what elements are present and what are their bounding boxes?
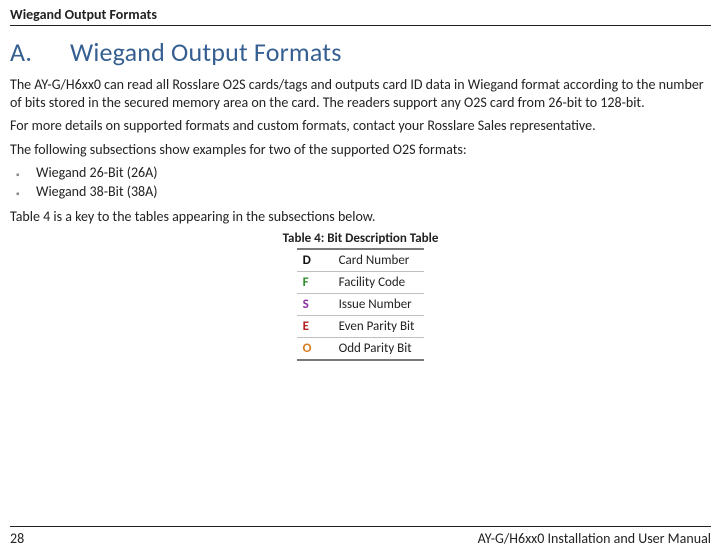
bit-key: O bbox=[297, 338, 333, 361]
bit-key: F bbox=[297, 272, 333, 294]
bit-key: S bbox=[297, 294, 333, 316]
list-item: Wiegand 38-Bit (38A) bbox=[10, 183, 711, 202]
manual-title: AY-G/H6xx0 Installation and User Manual bbox=[478, 530, 711, 547]
bit-desc: Card Number bbox=[333, 249, 425, 272]
format-list: Wiegand 26-Bit (26A) Wiegand 38-Bit (38A… bbox=[10, 164, 711, 202]
table-row: S Issue Number bbox=[297, 294, 425, 316]
table-row: F Facility Code bbox=[297, 272, 425, 294]
page-footer: 28 AY-G/H6xx0 Installation and User Manu… bbox=[10, 526, 711, 547]
page-number: 28 bbox=[10, 530, 24, 547]
paragraph-table-lead: Table 4 is a key to the tables appearing… bbox=[10, 208, 711, 226]
bit-desc: Odd Parity Bit bbox=[333, 338, 425, 361]
running-header-text: Wiegand Output Formats bbox=[10, 6, 157, 23]
section-heading: A.Wiegand Output Formats bbox=[10, 36, 711, 68]
bit-description-table: D Card Number F Facility Code S Issue Nu… bbox=[297, 248, 425, 361]
section-title-text: Wiegand Output Formats bbox=[70, 36, 342, 68]
table-row: D Card Number bbox=[297, 249, 425, 272]
list-item: Wiegand 26-Bit (26A) bbox=[10, 164, 711, 183]
bit-key: D bbox=[297, 249, 333, 272]
table-row: O Odd Parity Bit bbox=[297, 338, 425, 361]
bit-key: E bbox=[297, 316, 333, 338]
bit-desc: Even Parity Bit bbox=[333, 316, 425, 338]
bit-desc: Facility Code bbox=[333, 272, 425, 294]
table-caption: Table 4: Bit Description Table bbox=[10, 231, 711, 246]
running-header: Wiegand Output Formats bbox=[10, 6, 711, 26]
list-item-label: Wiegand 26-Bit (26A) bbox=[36, 164, 158, 181]
list-item-label: Wiegand 38-Bit (38A) bbox=[36, 183, 158, 200]
paragraph-contact: For more details on supported formats an… bbox=[10, 117, 711, 135]
paragraph-intro: The AY-G/H6xx0 can read all Rosslare O2S… bbox=[10, 76, 711, 111]
section-number: A. bbox=[10, 36, 70, 68]
bit-desc: Issue Number bbox=[333, 294, 425, 316]
paragraph-subsections: The following subsections show examples … bbox=[10, 141, 711, 159]
table-row: E Even Parity Bit bbox=[297, 316, 425, 338]
